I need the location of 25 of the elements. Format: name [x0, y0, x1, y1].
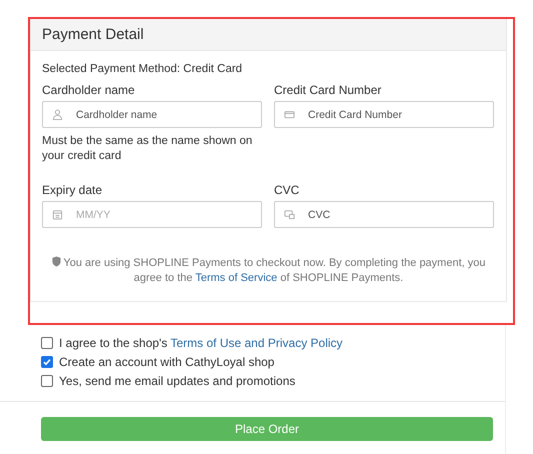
payment-notice: You are using SHOPLINE Payments to checkout now. By completing the payment, you agree to the Terms of Service of SHOPLINE Payments.: [42, 256, 495, 286]
checkbox[interactable]: [41, 356, 53, 368]
checkbox[interactable]: [41, 375, 53, 387]
person-icon: [52, 109, 63, 120]
shield-icon: [52, 256, 61, 267]
calendar-icon: [52, 209, 63, 220]
checkbox-label: Yes, send me email updates and promotions: [59, 374, 296, 388]
checkbox[interactable]: [41, 337, 53, 349]
credit-card-icon: [284, 109, 295, 120]
payment-method-text: Selected Payment Method: Credit Card: [42, 63, 244, 75]
input-field[interactable]: MM/YY: [42, 201, 262, 228]
terms-link[interactable]: Terms of Service: [195, 272, 278, 284]
input-field[interactable]: CVC: [274, 201, 494, 228]
field-label: Expiry date: [42, 183, 104, 197]
checkbox-label: Create an account with CathyLoyal shop: [59, 355, 274, 369]
checkbox-label: I agree to the shop's Terms of Use and Privacy Policy: [59, 336, 343, 350]
input-field[interactable]: Cardholder name: [42, 101, 262, 128]
field-hint: Must be the same as the name shown on your credit card: [42, 134, 254, 164]
card-lock-icon: [284, 209, 295, 220]
field-label: Cardholder name: [42, 83, 136, 97]
panel-title: Payment Detail: [42, 26, 144, 43]
field-label: CVC: [274, 183, 300, 197]
field-label: Credit Card Number: [274, 83, 382, 97]
terms-link[interactable]: Terms of Use and Privacy Policy: [170, 336, 343, 350]
input-field[interactable]: Credit Card Number: [274, 101, 494, 128]
